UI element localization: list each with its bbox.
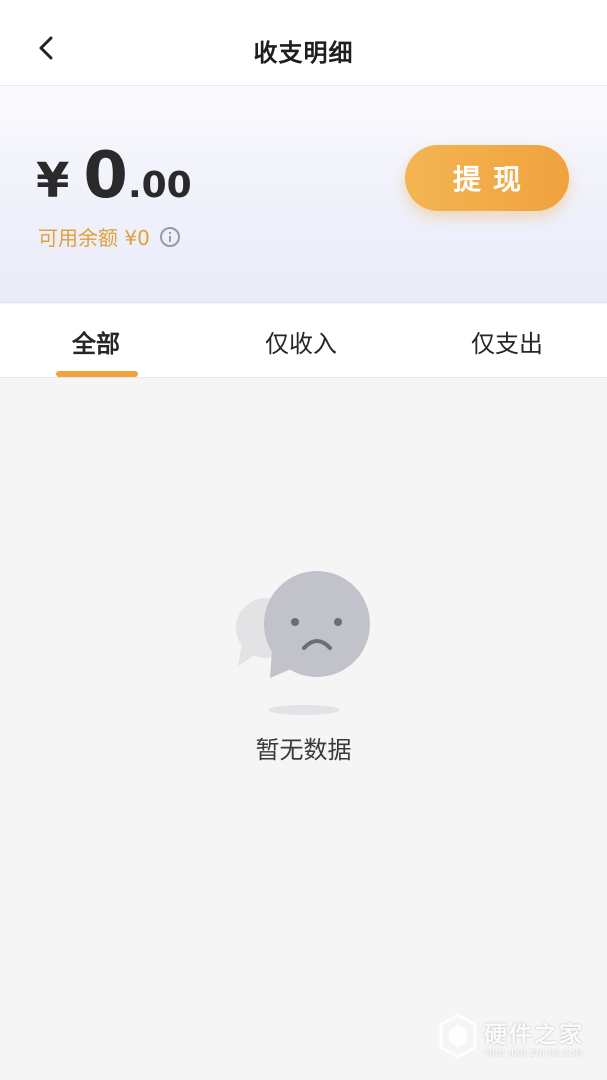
amount-integer: 0 [83,139,128,213]
amount-decimal: .00 [127,165,192,206]
info-icon[interactable] [159,226,180,247]
balance-panel: ¥ 0 .00 可用余额 ¥0 提现 [0,86,607,303]
balance-amount: ¥ 0 .00 [36,144,192,209]
watermark-title: 硬件之家 [484,1021,584,1048]
withdraw-button[interactable]: 提现 [405,145,569,211]
tab-income-only[interactable]: 仅收入 [265,324,337,359]
sad-chat-bubble-icon [236,571,370,715]
page-title: 收支明细 [253,39,354,67]
watermark-subtitle: YING JIAN ZHI JIA.COM [484,1048,583,1058]
available-balance-text: 可用余额 ¥0 [38,226,150,250]
tab-expense-only[interactable]: 仅支出 [471,324,543,359]
available-balance: 可用余额 ¥0 [38,222,180,251]
top-navigation-bar: 收支明细 [0,0,607,86]
filter-tabs: 全部 仅收入 仅支出 [0,304,607,378]
tab-all[interactable]: 全部 [72,324,120,359]
watermark-text: 硬件之家 YING JIAN ZHI JIA.COM [484,1015,584,1058]
currency-symbol: ¥ [36,153,70,209]
watermark: 硬件之家 YING JIAN ZHI JIA.COM [438,1006,598,1066]
hexagon-logo-icon [439,1013,477,1059]
empty-state-text: 暂无数据 [255,736,352,764]
active-tab-indicator [56,371,138,377]
